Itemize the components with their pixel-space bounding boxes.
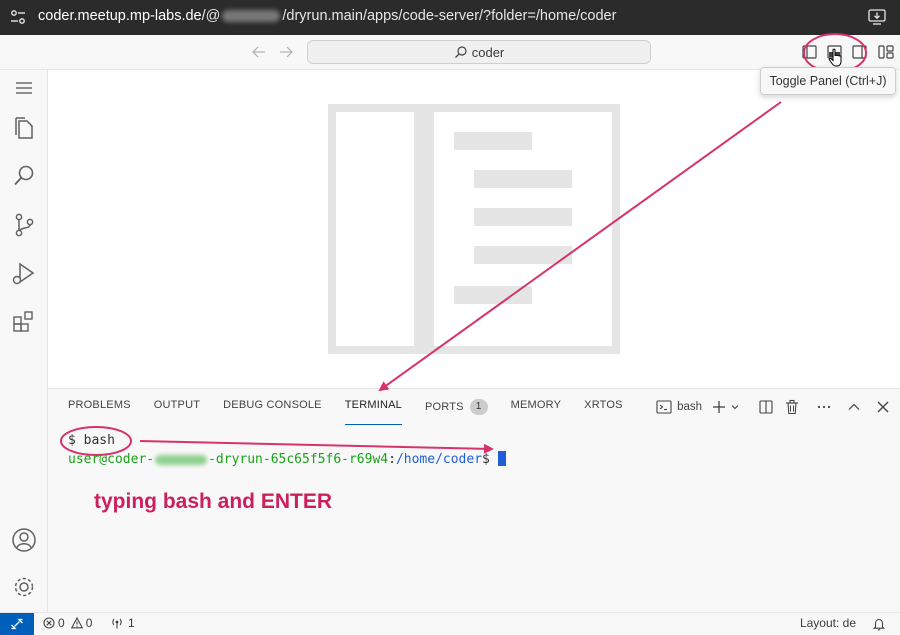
tune-icon[interactable] bbox=[10, 9, 26, 25]
tab-problems[interactable]: PROBLEMS bbox=[68, 399, 131, 421]
terminal-name: bash bbox=[677, 401, 702, 413]
remote-indicator[interactable] bbox=[0, 613, 34, 635]
browser-address-bar: coder.meetup.mp-labs.de/@ /dryrun.main/ap… bbox=[0, 0, 900, 35]
remote-icon bbox=[11, 618, 23, 630]
prompt-user: user@coder- bbox=[68, 452, 155, 467]
explorer-icon[interactable] bbox=[10, 114, 38, 142]
tab-debug-console[interactable]: DEBUG CONSOLE bbox=[223, 399, 322, 421]
error-icon bbox=[43, 617, 55, 629]
arrow-left-icon[interactable] bbox=[251, 44, 267, 60]
activity-bar bbox=[0, 70, 48, 612]
new-terminal-plus-icon[interactable] bbox=[712, 400, 726, 414]
ports-count: 1 bbox=[128, 616, 135, 630]
search-icon bbox=[454, 46, 467, 58]
extensions-icon[interactable] bbox=[10, 307, 38, 335]
editor-area[interactable] bbox=[48, 70, 900, 388]
command-center-label: coder bbox=[471, 44, 505, 60]
panel-actions: bash bbox=[656, 397, 890, 417]
command-center-search[interactable]: coder bbox=[307, 40, 651, 64]
annotation-text: typing bash and ENTER bbox=[94, 490, 333, 513]
install-app-icon[interactable] bbox=[868, 9, 886, 25]
title-bar: coder bbox=[0, 35, 900, 70]
manage-gear-icon[interactable] bbox=[10, 573, 38, 601]
tab-xrtos[interactable]: XRTOS bbox=[584, 399, 623, 421]
source-control-icon[interactable] bbox=[10, 211, 38, 239]
arrow-right-icon[interactable] bbox=[278, 44, 294, 60]
panel-tabs: PROBLEMS OUTPUT DEBUG CONSOLE TERMINAL P… bbox=[68, 399, 646, 425]
tab-ports-label: PORTS bbox=[424, 400, 464, 413]
url-at: /@ bbox=[201, 8, 221, 24]
ports-status[interactable]: 1 bbox=[110, 616, 135, 630]
tab-terminal[interactable]: TERMINAL bbox=[344, 399, 403, 425]
url-text[interactable]: coder.meetup.mp-labs.de/@ /dryrun.main/ap… bbox=[38, 8, 616, 24]
more-actions-icon[interactable] bbox=[816, 399, 832, 415]
warning-count: 0 bbox=[85, 616, 93, 630]
bell-icon[interactable] bbox=[872, 617, 886, 631]
status-bar: 0 0 1 Layout: de bbox=[0, 612, 900, 635]
toggle-primary-sidebar-icon[interactable] bbox=[801, 43, 819, 61]
chevron-down-icon[interactable] bbox=[730, 402, 740, 412]
search-icon[interactable] bbox=[10, 162, 38, 190]
problems-status[interactable]: 0 0 bbox=[43, 616, 92, 630]
run-debug-icon[interactable] bbox=[10, 259, 38, 287]
prompt-host: -dryrun-65c65f5f6-r69w4 bbox=[208, 452, 389, 467]
toggle-panel-tooltip: Toggle Panel (Ctrl+J) bbox=[760, 67, 896, 95]
url-host: coder.meetup.mp-labs.de bbox=[38, 8, 202, 24]
url-path: /dryrun.main/apps/code-server/?folder=/h… bbox=[282, 8, 617, 24]
toggle-panel-icon[interactable] bbox=[826, 43, 844, 61]
redacted-blur bbox=[155, 454, 208, 465]
prompt-end: $ bbox=[482, 452, 490, 467]
vscode-watermark-icon bbox=[328, 104, 620, 354]
split-terminal-icon[interactable] bbox=[758, 399, 774, 415]
accounts-icon[interactable] bbox=[10, 526, 38, 554]
tab-ports[interactable]: PORTS 1 bbox=[425, 399, 488, 421]
prompt-path: /home/coder bbox=[395, 452, 483, 467]
warning-icon bbox=[70, 617, 83, 629]
terminal-selector[interactable]: bash bbox=[656, 399, 702, 415]
terminal-cursor bbox=[497, 451, 506, 466]
bottom-panel: PROBLEMS OUTPUT DEBUG CONSOLE TERMINAL P… bbox=[48, 388, 900, 612]
trash-icon[interactable] bbox=[784, 399, 800, 415]
prompt-separator: : bbox=[388, 452, 396, 467]
broadcast-icon bbox=[112, 618, 122, 629]
tab-output[interactable]: OUTPUT bbox=[154, 399, 200, 421]
terminal-prompt: user@coder- -dryrun-65c65f5f6-r69w4:/home… bbox=[68, 451, 506, 467]
tab-memory[interactable]: MEMORY bbox=[511, 399, 562, 421]
redacted-blur bbox=[222, 10, 281, 23]
close-panel-icon[interactable] bbox=[876, 400, 890, 414]
terminal-icon bbox=[656, 400, 672, 414]
menu-icon[interactable] bbox=[10, 74, 38, 102]
ports-count-badge: 1 bbox=[469, 399, 488, 415]
maximize-panel-chevron-icon[interactable] bbox=[846, 399, 862, 415]
keyboard-layout-status[interactable]: Layout: de bbox=[800, 616, 856, 630]
customize-layout-icon[interactable] bbox=[877, 43, 895, 61]
toggle-secondary-sidebar-icon[interactable] bbox=[851, 43, 869, 61]
terminal-command-line: $ bash bbox=[68, 433, 115, 448]
error-count: 0 bbox=[58, 616, 65, 630]
